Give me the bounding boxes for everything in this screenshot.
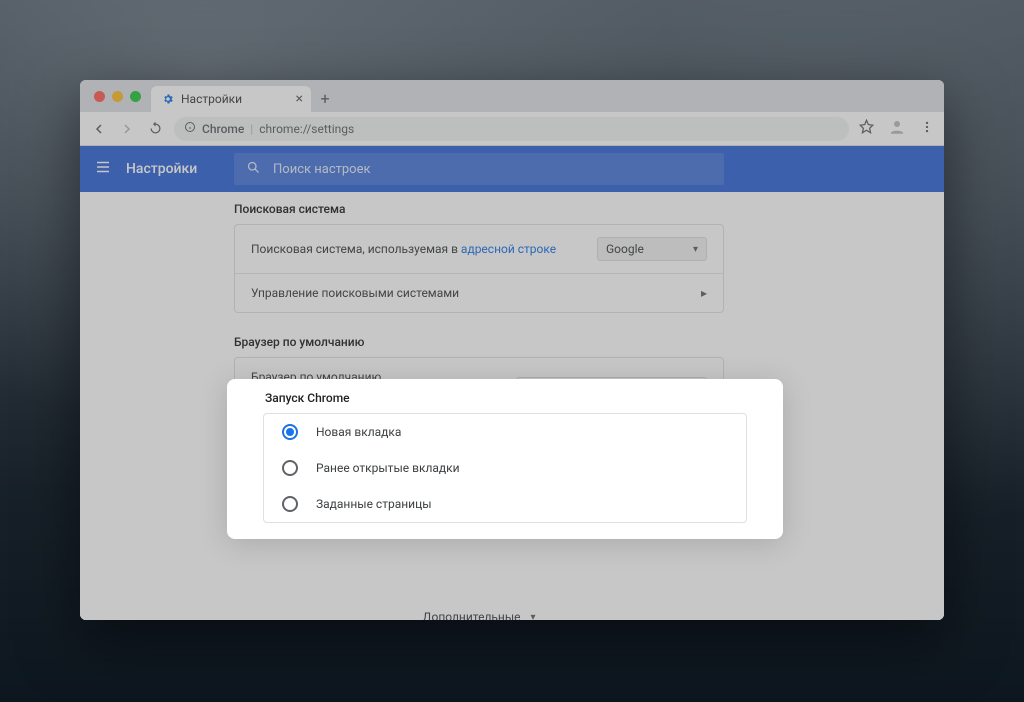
startup-option-specific[interactable]: Заданные страницы: [264, 486, 746, 522]
settings-header: Настройки Поиск настроек: [80, 146, 944, 192]
search-engine-row: Поисковая система, используемая в адресн…: [235, 225, 723, 274]
radio-icon: [282, 496, 298, 512]
star-icon[interactable]: [859, 119, 874, 138]
new-tab-button[interactable]: +: [311, 89, 339, 112]
info-icon: [184, 121, 196, 136]
tab-title: Настройки: [181, 92, 242, 106]
chevron-down-icon: ▾: [531, 612, 536, 621]
gear-icon: [161, 92, 175, 106]
settings-title: Настройки: [126, 161, 197, 177]
search-icon: [246, 160, 261, 179]
toolbar: Chrome | chrome://settings: [80, 112, 944, 146]
tabstrip: Настройки × +: [80, 80, 944, 112]
maximize-window-button[interactable]: [130, 91, 141, 102]
radio-selected-icon: [282, 424, 298, 440]
startup-option-new-tab[interactable]: Новая вкладка: [264, 414, 746, 450]
close-tab-icon[interactable]: ×: [296, 91, 303, 107]
startup-option-continue[interactable]: Ранее открытые вкладки: [264, 450, 746, 486]
minimize-window-button[interactable]: [112, 91, 123, 102]
url-text: chrome://settings: [259, 122, 354, 136]
search-placeholder: Поиск настроек: [273, 162, 371, 177]
search-engine-card: Поисковая система, используемая в адресн…: [234, 224, 724, 313]
chevron-right-icon: ▸: [701, 286, 707, 300]
forward-button[interactable]: [118, 121, 136, 137]
hamburger-icon[interactable]: [94, 158, 112, 180]
chevron-down-icon: ▾: [693, 244, 698, 255]
address-bar[interactable]: Chrome | chrome://settings: [174, 117, 849, 141]
url-scheme: Chrome: [202, 122, 244, 136]
back-button[interactable]: [90, 121, 108, 137]
browser-tab[interactable]: Настройки ×: [151, 86, 311, 112]
reload-button[interactable]: [146, 121, 164, 136]
search-engine-select[interactable]: Google ▾: [597, 237, 707, 261]
close-window-button[interactable]: [94, 91, 105, 102]
window-controls: [90, 91, 151, 112]
browser-window: Настройки × + Chrome | chrome://settings: [80, 80, 944, 620]
radio-icon: [282, 460, 298, 476]
menu-icon[interactable]: [920, 119, 934, 138]
profile-avatar[interactable]: [888, 118, 906, 140]
startup-card: Новая вкладка Ранее открытые вкладки Зад…: [263, 413, 747, 523]
advanced-toggle[interactable]: Дополнительные ▾: [234, 596, 724, 620]
default-browser-section-title: Браузер по умолчанию: [234, 313, 724, 357]
settings-search[interactable]: Поиск настроек: [234, 153, 724, 185]
startup-section-title: Запуск Chrome: [227, 389, 783, 413]
address-bar-link[interactable]: адресной строке: [461, 242, 556, 256]
search-engine-section-title: Поисковая система: [234, 192, 724, 224]
manage-search-engines-row[interactable]: Управление поисковыми системами ▸: [235, 274, 723, 312]
startup-section-highlight: Запуск Chrome Новая вкладка Ранее открыт…: [227, 379, 783, 539]
